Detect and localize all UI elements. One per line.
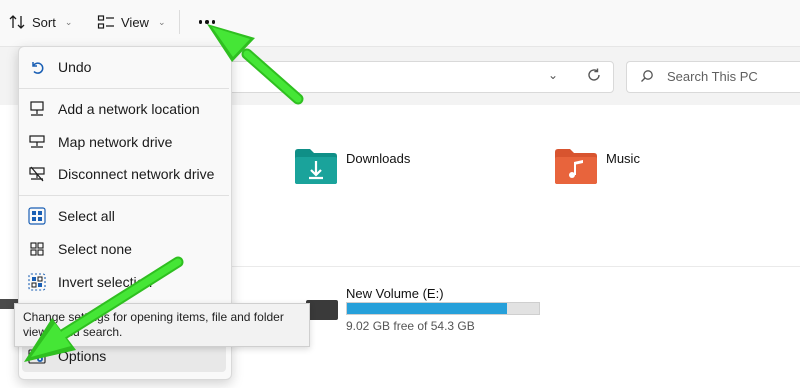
drive-usage-bar	[346, 302, 540, 315]
drive-name[interactable]: New Volume (E:)	[346, 286, 444, 301]
music-folder-label[interactable]: Music	[606, 151, 640, 166]
view-icon	[97, 15, 114, 29]
chevron-down-icon: ⌄	[64, 16, 73, 27]
drive-free-space: 9.02 GB free of 54.3 GB	[346, 319, 475, 333]
select-none-icon	[28, 240, 46, 258]
view-button[interactable]: View ⌄	[97, 10, 166, 34]
menu-item-label: Select all	[58, 208, 115, 224]
menu-item-label: Undo	[58, 59, 92, 75]
more-options-button[interactable]	[193, 9, 221, 35]
invert-selection-icon	[28, 273, 46, 291]
search-icon	[641, 70, 653, 82]
view-label: View	[121, 14, 149, 30]
command-bar: Sort ⌄ View ⌄	[0, 0, 800, 46]
drive-icon[interactable]	[306, 300, 338, 320]
search-placeholder: Search This PC	[667, 69, 758, 84]
select-all-icon	[28, 207, 46, 225]
menu-item-undo[interactable]: Undo	[28, 53, 91, 81]
menu-item-map-network-drive[interactable]: Map network drive	[28, 128, 172, 156]
tooltip-text: Change settings for opening items, file …	[23, 310, 284, 339]
options-tooltip: Change settings for opening items, file …	[14, 303, 310, 347]
address-dropdown-chevron-icon[interactable]: ⌄	[548, 68, 558, 82]
menu-item-label: Map network drive	[58, 134, 173, 150]
menu-item-label: Select none	[58, 241, 132, 257]
menu-item-select-none[interactable]: Select none	[28, 235, 132, 263]
menu-item-select-all[interactable]: Select all	[28, 202, 115, 230]
downloads-folder-icon[interactable]	[294, 146, 338, 186]
sort-label: Sort	[32, 14, 56, 30]
drive-usage-fill	[347, 303, 508, 314]
menu-item-disconnect-network-drive[interactable]: Disconnect network drive	[28, 160, 214, 188]
add-network-location-icon	[28, 100, 46, 118]
menu-divider	[19, 88, 229, 89]
chevron-down-icon: ⌄	[157, 16, 166, 27]
menu-item-label: Invert selection	[58, 274, 153, 290]
map-network-drive-icon	[28, 133, 46, 151]
sort-icon	[9, 15, 25, 29]
section-divider	[228, 266, 800, 267]
ellipsis-icon	[198, 20, 203, 24]
downloads-folder-label[interactable]: Downloads	[346, 151, 410, 166]
menu-item-label: Disconnect network drive	[58, 166, 215, 182]
menu-item-label: Add a network location	[58, 101, 200, 117]
undo-icon	[28, 58, 46, 76]
menu-item-invert-selection[interactable]: Invert selection	[28, 268, 152, 296]
toolbar-divider	[179, 10, 180, 34]
options-icon	[28, 347, 46, 365]
menu-divider	[19, 195, 229, 196]
disconnect-network-drive-icon	[28, 165, 46, 183]
sort-button[interactable]: Sort ⌄	[8, 10, 72, 34]
menu-item-label: Options	[58, 348, 107, 364]
menu-item-add-network-location[interactable]: Add a network location	[28, 95, 200, 123]
refresh-icon[interactable]	[586, 67, 602, 83]
music-folder-icon[interactable]	[554, 146, 598, 186]
